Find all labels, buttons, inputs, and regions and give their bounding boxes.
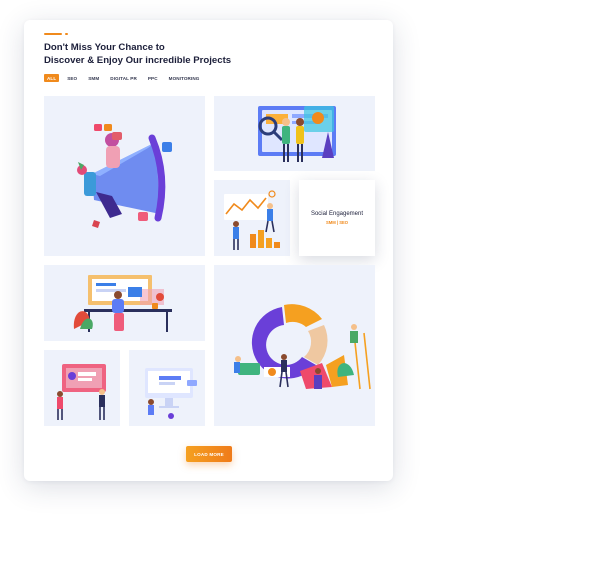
title-accent-dot (65, 33, 68, 35)
filter-tab-ppc[interactable]: PPC (145, 74, 161, 82)
project-tile-analytics[interactable] (214, 96, 375, 171)
project-tile-social-engagement[interactable]: Social Engagement SMM | SEO (299, 180, 375, 256)
project-categories: SMM | SEO (325, 220, 349, 225)
filter-tab-digital-pr[interactable]: DIGITAL PR (107, 74, 140, 82)
project-tile-desktop[interactable] (129, 350, 205, 426)
filter-tabs: ALL SEO SMM DIGITAL PR PPC MONITORING (44, 74, 207, 82)
project-tile-megaphone[interactable] (44, 96, 205, 256)
project-tile-office[interactable] (44, 265, 205, 341)
megaphone-marketing-illustration (77, 124, 172, 228)
office-workspace-illustration (73, 275, 172, 332)
filter-tab-smm[interactable]: SMM (85, 74, 102, 82)
filter-tab-all[interactable]: ALL (44, 74, 60, 82)
growth-chart-team-illustration (224, 190, 280, 250)
pie-chart-team-illustration (234, 304, 371, 390)
section-title-line1: Don't Miss Your Chance to (44, 42, 165, 53)
project-title: Social Engagement (310, 211, 364, 217)
filter-tab-monitoring[interactable]: MONITORING (166, 74, 203, 82)
project-tile-presentation[interactable] (44, 350, 120, 426)
project-tile-pie-chart[interactable] (214, 265, 375, 426)
analytics-dashboard-team-illustration (258, 106, 336, 162)
section-title: Don't Miss Your Chance to Discover & Enj… (44, 41, 344, 67)
portfolio-card: Don't Miss Your Chance to Discover & Enj… (24, 20, 393, 481)
section-title-line2: Discover & Enjoy Our incredible Projects (44, 55, 232, 66)
project-tile-growth[interactable] (214, 180, 290, 256)
load-more-button[interactable]: LOAD MORE (186, 446, 232, 462)
title-accent-line (44, 33, 62, 35)
presentation-board-illustration (57, 364, 106, 420)
filter-tab-seo[interactable]: SEO (64, 74, 80, 82)
desktop-monitor-illustration (145, 368, 197, 419)
